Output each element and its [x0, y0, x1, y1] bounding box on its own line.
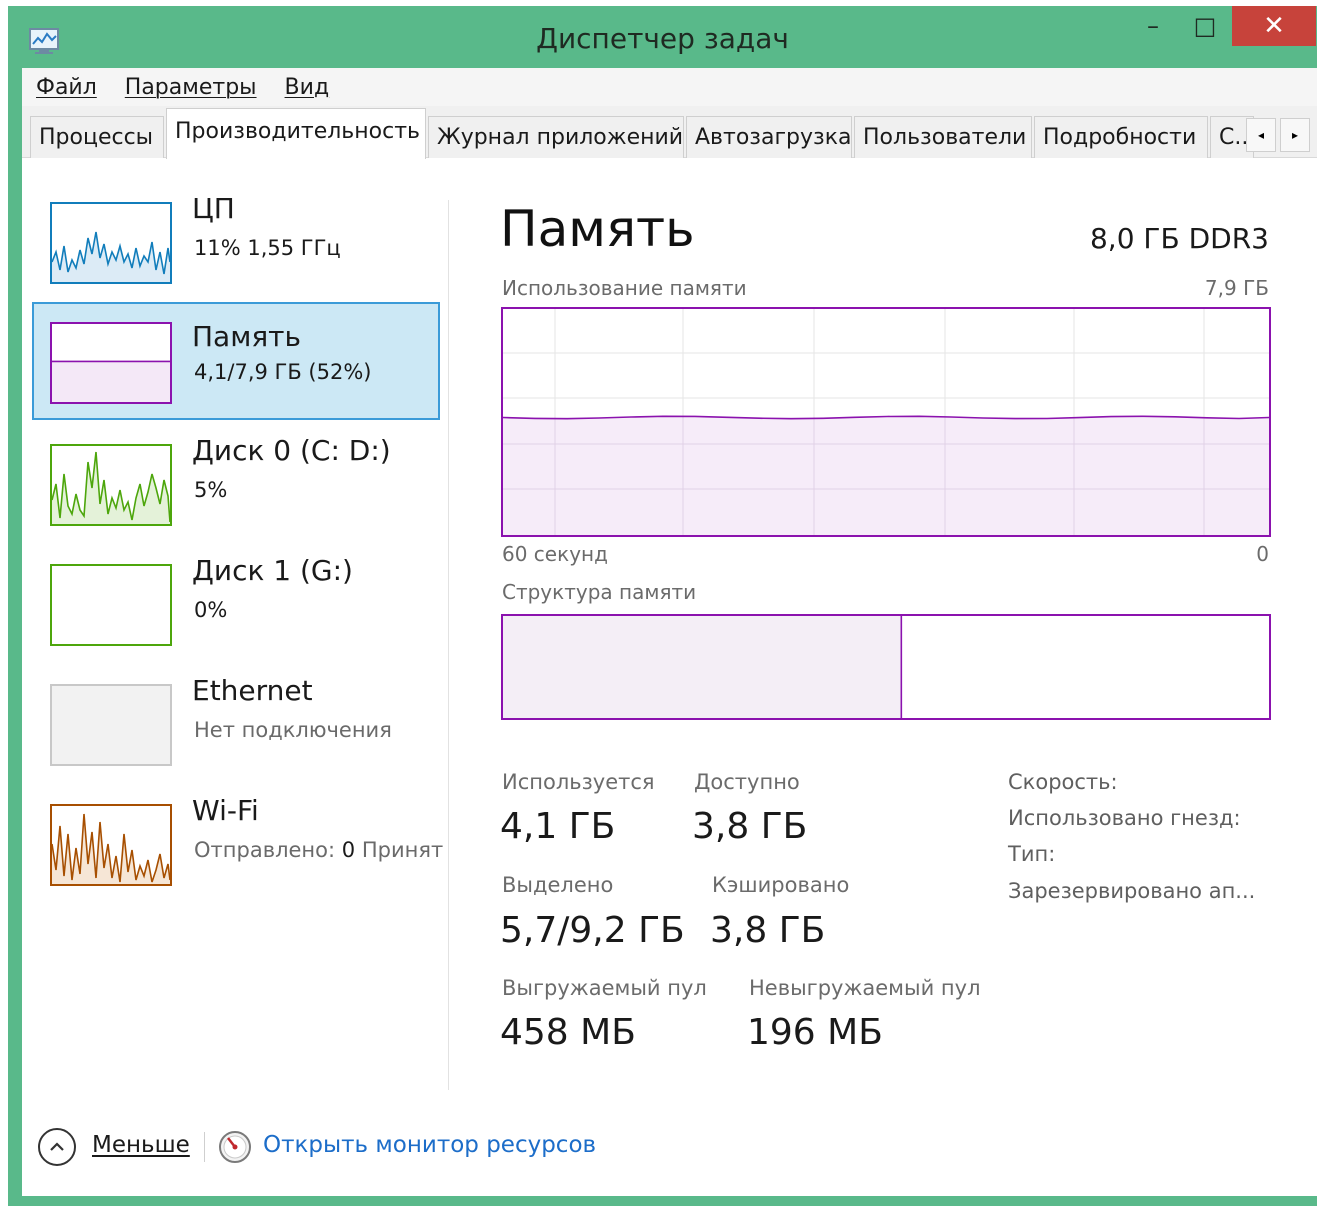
- sidebar-item-disk0[interactable]: Диск 0 (C: D:) 5%: [32, 424, 440, 542]
- graph-time-right-label: 0: [1256, 542, 1269, 566]
- menu-bar: Файл Параметры Вид: [22, 68, 1317, 106]
- tab-processes[interactable]: Процессы: [30, 116, 164, 158]
- resource-monitor-icon[interactable]: [218, 1130, 252, 1164]
- ethernet-summary: Нет подключения: [194, 718, 392, 742]
- nonpaged-pool-label: Невыгружаемый пул: [749, 976, 981, 1000]
- open-resource-monitor-link[interactable]: Открыть монитор ресурсов: [263, 1132, 596, 1158]
- fewer-details-button[interactable]: [38, 1128, 76, 1166]
- tab-scroll-right-button[interactable]: ▸: [1280, 118, 1310, 152]
- memory-graph-thumbnail: [50, 322, 172, 404]
- sidebar-item-wifi[interactable]: Wi-Fi Отправлено: 0 Принят: [32, 784, 446, 902]
- committed-value: 5,7/9,2 ГБ: [500, 910, 685, 951]
- footer-separator: [204, 1132, 205, 1162]
- menu-view[interactable]: Вид: [271, 75, 344, 100]
- memory-usage-graph: [501, 307, 1271, 537]
- window-title: Диспетчер задач: [536, 22, 789, 55]
- memory-type: 8,0 ГБ DDR3: [1089, 222, 1269, 255]
- available-value: 3,8 ГБ: [692, 806, 808, 847]
- memory-usage-max: 7,9 ГБ: [1204, 276, 1269, 300]
- hardware-reserved-label: Зарезервировано ап...: [1008, 879, 1256, 903]
- wifi-title: Wi-Fi: [192, 794, 259, 827]
- memory-in-use-segment: [503, 616, 902, 718]
- nonpaged-pool-value: 196 МБ: [747, 1012, 883, 1053]
- close-button[interactable]: ✕: [1232, 6, 1316, 46]
- panel-divider: [448, 200, 449, 1090]
- tab-startup[interactable]: Автозагрузка: [686, 116, 852, 158]
- ethernet-graph-thumbnail: [50, 684, 172, 766]
- cpu-summary: 11% 1,55 ГГц: [194, 236, 341, 260]
- sidebar-item-disk1[interactable]: Диск 1 (G:) 0%: [32, 544, 440, 662]
- detail-title: Память: [500, 200, 695, 258]
- menu-file[interactable]: Файл: [22, 75, 111, 100]
- graph-time-left-label: 60 секунд: [502, 542, 608, 566]
- memory-title: Память: [192, 320, 301, 353]
- cpu-graph-thumbnail: [50, 202, 172, 284]
- tab-users[interactable]: Пользователи: [854, 116, 1032, 158]
- sidebar-item-ethernet[interactable]: Ethernet Нет подключения: [32, 664, 440, 782]
- disk0-summary: 5%: [194, 478, 228, 502]
- tab-scroll-left-button[interactable]: ◂: [1246, 118, 1276, 152]
- wifi-sent-label: Отправлено:: [194, 838, 336, 862]
- memory-summary: 4,1/7,9 ГБ (52%): [194, 360, 372, 384]
- committed-label: Выделено: [502, 873, 614, 897]
- tab-bar: Процессы Производительность Журнал прило…: [22, 106, 1317, 159]
- memory-usage-area: [503, 417, 1269, 535]
- wifi-sent-value: 0: [341, 838, 356, 862]
- arrow-right-icon: ▸: [1291, 128, 1299, 142]
- chevron-up-icon: [50, 1142, 64, 1151]
- sidebar-item-cpu[interactable]: ЦП 11% 1,55 ГГц: [32, 182, 440, 300]
- arrow-left-icon: ◂: [1257, 128, 1265, 142]
- disk1-summary: 0%: [194, 598, 228, 622]
- maximize-icon: □: [1193, 12, 1217, 40]
- minimize-button[interactable]: –: [1128, 6, 1178, 46]
- disk1-title: Диск 1 (G:): [192, 554, 353, 587]
- ethernet-title: Ethernet: [192, 674, 313, 707]
- cached-label: Кэшировано: [712, 873, 850, 897]
- minimize-icon: –: [1147, 12, 1159, 40]
- title-bar[interactable]: Диспетчер задач – □ ✕: [8, 6, 1317, 68]
- menu-options[interactable]: Параметры: [111, 75, 271, 100]
- in-use-value: 4,1 ГБ: [500, 806, 616, 847]
- disk0-title: Диск 0 (C: D:): [192, 434, 391, 467]
- speed-label: Скорость:: [1008, 770, 1118, 794]
- wifi-graph-thumbnail: [50, 804, 172, 886]
- tab-performance[interactable]: Производительность: [166, 108, 426, 159]
- memory-composition-label: Структура памяти: [502, 580, 697, 604]
- fewer-details-link[interactable]: Меньше: [92, 1132, 190, 1158]
- cpu-title: ЦП: [192, 192, 235, 225]
- paged-pool-value: 458 МБ: [500, 1012, 636, 1053]
- slots-used-label: Использовано гнезд:: [1008, 806, 1241, 830]
- memory-composition-bar: [501, 614, 1271, 720]
- paged-pool-label: Выгружаемый пул: [502, 976, 707, 1000]
- tab-details[interactable]: Подробности: [1034, 116, 1208, 158]
- disk0-graph-thumbnail: [50, 444, 172, 526]
- form-factor-label: Тип:: [1008, 842, 1056, 866]
- wifi-summary: Отправлено: 0 Принят: [194, 838, 443, 862]
- cached-value: 3,8 ГБ: [710, 910, 826, 951]
- tab-app-history[interactable]: Журнал приложений: [428, 116, 684, 158]
- in-use-label: Используется: [502, 770, 655, 794]
- available-label: Доступно: [694, 770, 800, 794]
- memory-usage-label: Использование памяти: [502, 276, 747, 300]
- maximize-button[interactable]: □: [1180, 6, 1230, 46]
- sidebar-item-memory[interactable]: Память 4,1/7,9 ГБ (52%): [32, 302, 440, 420]
- disk1-graph-thumbnail: [50, 564, 172, 646]
- wifi-received-label: Принят: [361, 838, 444, 862]
- close-icon: ✕: [1263, 11, 1285, 41]
